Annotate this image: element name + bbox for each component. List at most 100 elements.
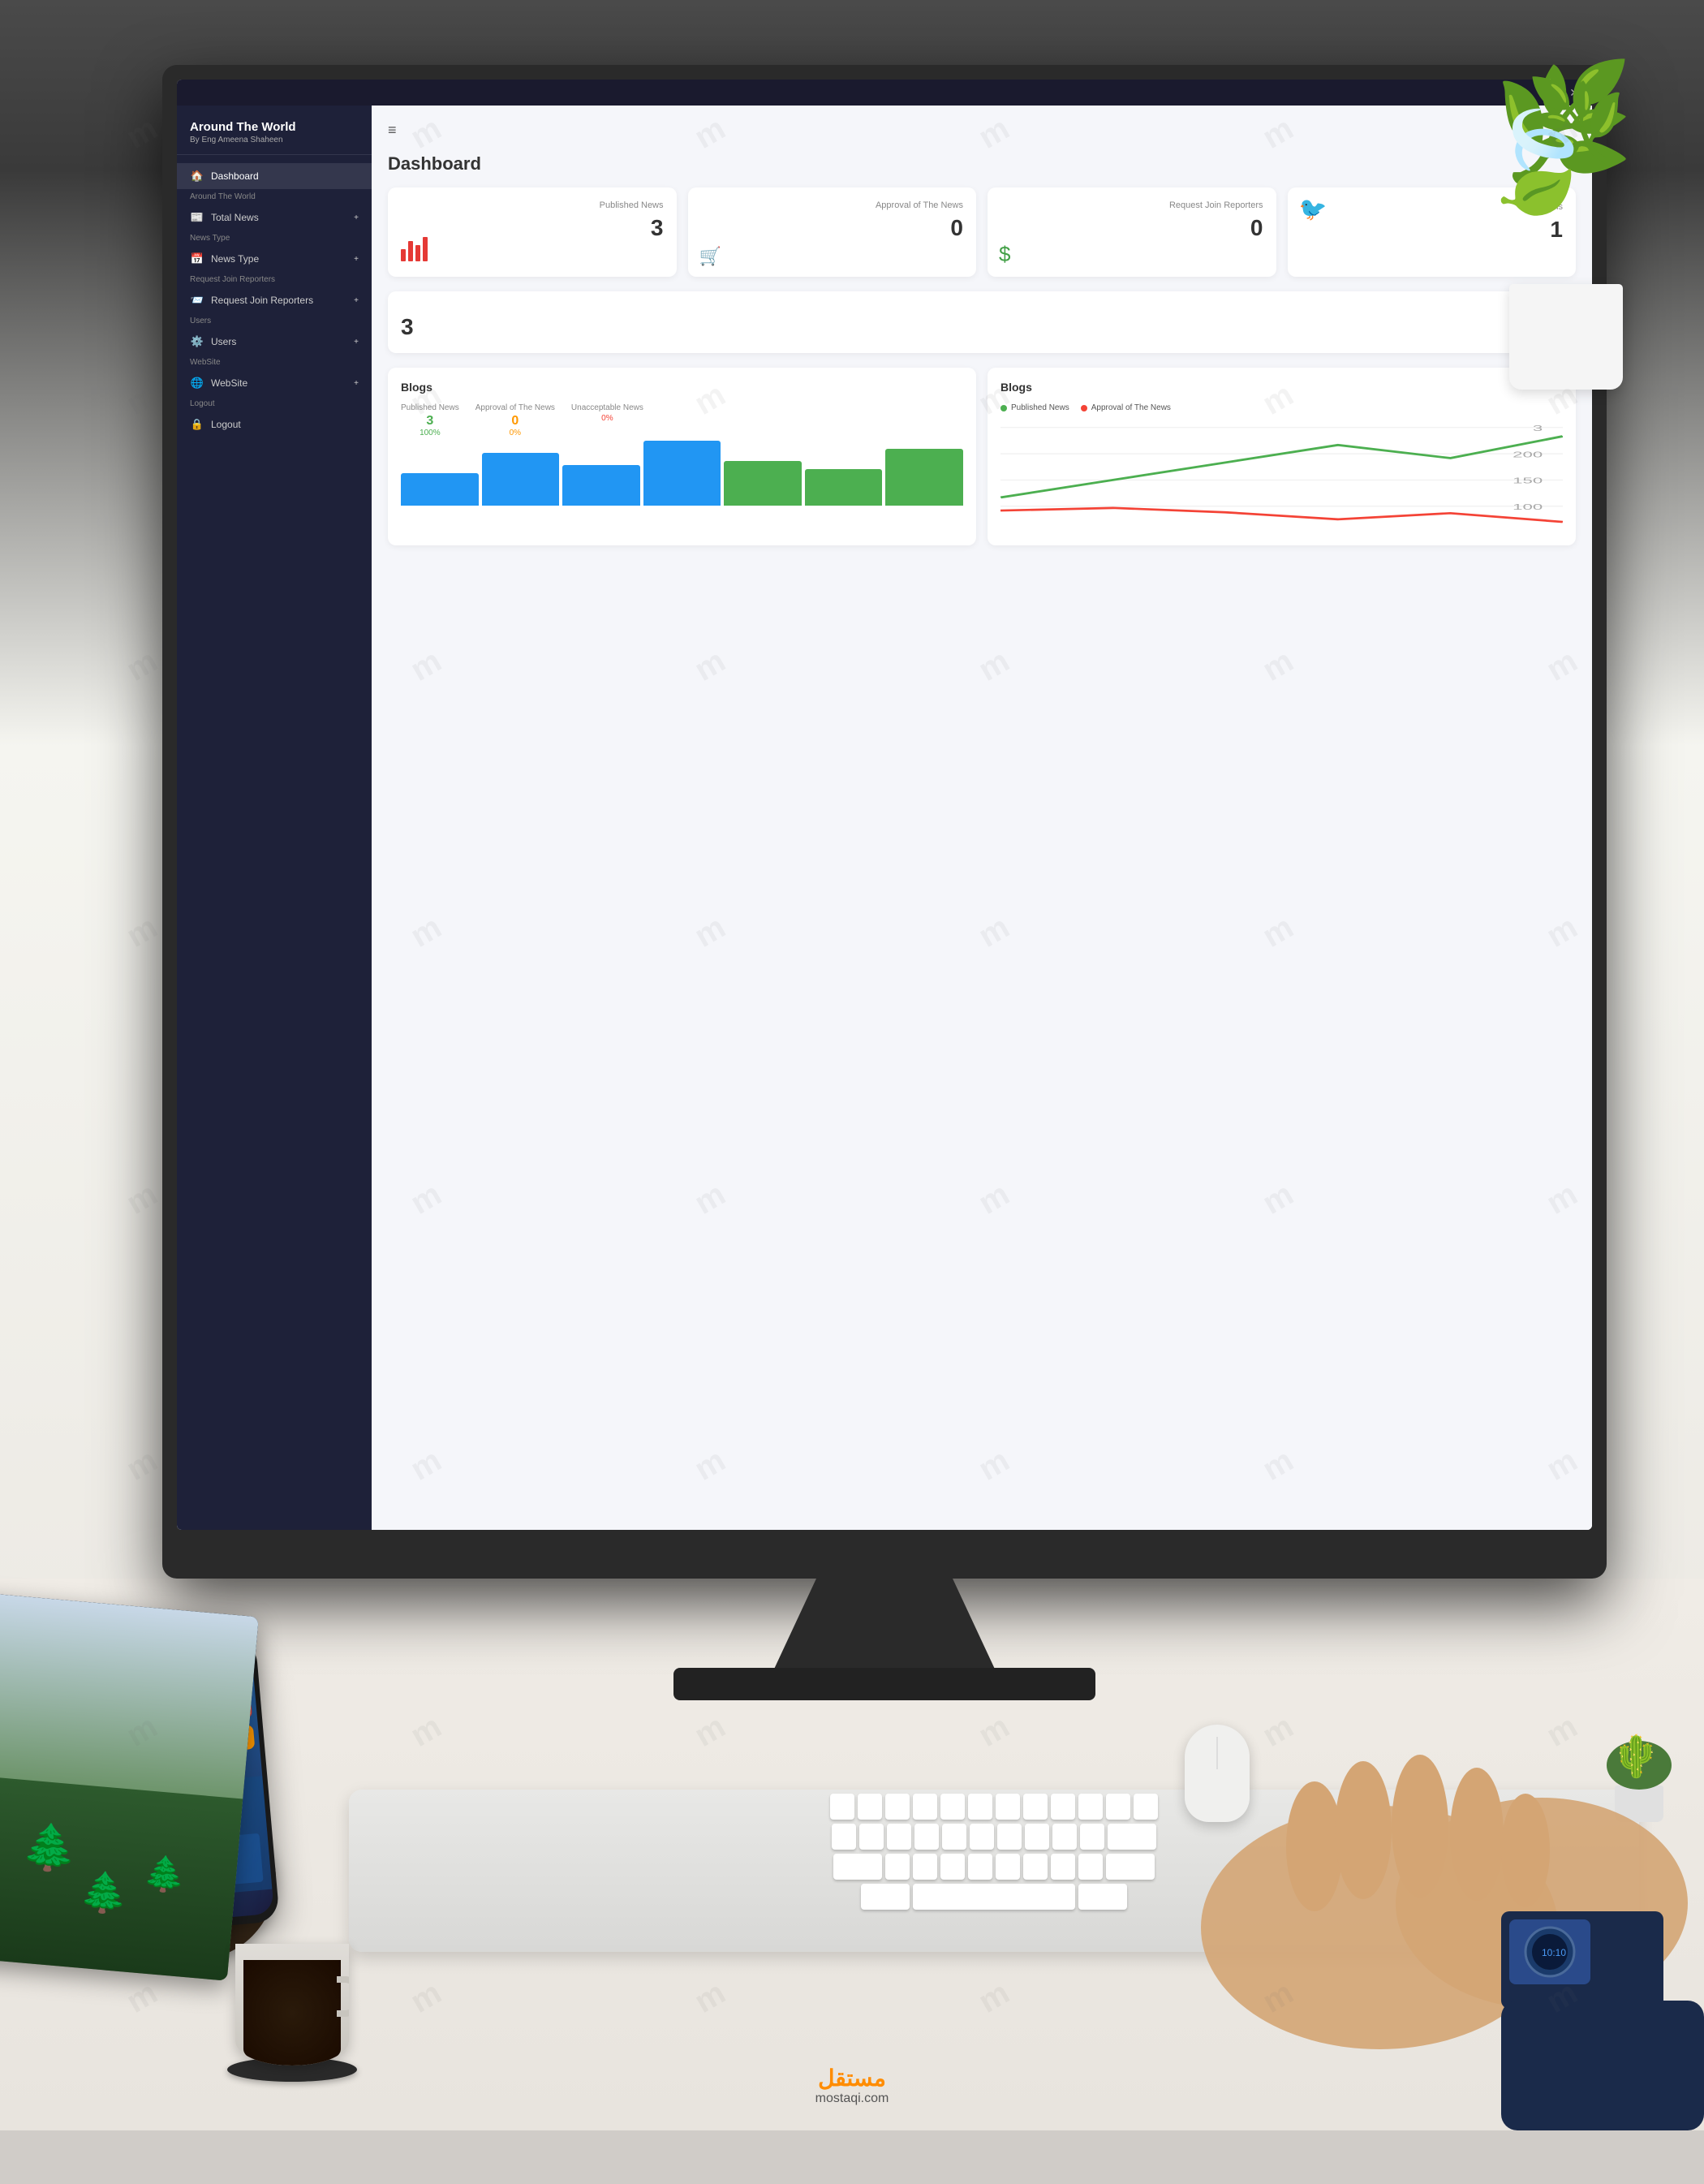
home-icon: 🏠 — [190, 170, 204, 183]
stat-card-approval: Approval of The News 0 🛒 — [688, 187, 977, 277]
legend-published: Published News — [1000, 403, 1069, 412]
blogs-card-title: Blogs — [401, 381, 963, 394]
mostaqi-logo: مستقل mostaqi.com — [815, 2065, 889, 2106]
blog-unacceptable-stat: Unacceptable News 0% — [571, 403, 643, 437]
screen-topbar: عربي ✕ — [177, 80, 1592, 106]
legend-approval-label: Approval of The News — [1091, 403, 1171, 412]
stat-value-request: 0 — [1000, 215, 1263, 241]
hamburger-icon[interactable]: ≡ — [388, 122, 397, 139]
bar-7 — [885, 449, 963, 506]
total-news-value: 3 — [401, 314, 1563, 340]
mostaqi-url: mostaqi.com — [815, 2091, 889, 2106]
blog-unacceptable-pct: 0% — [571, 414, 643, 423]
stat-label-approval: Approval of The News — [701, 200, 964, 210]
stat-value-approval: 0 — [701, 215, 964, 241]
laptop-wallpaper: 🌲 🌲 🌲 🌲 — [0, 1590, 259, 1908]
sidebar-item-label: News Type — [211, 253, 259, 265]
bar-6 — [805, 469, 883, 506]
monitor-screen: عربي ✕ Around The World By Eng Ameena Sh… — [177, 80, 1592, 1530]
stat-label-request: Request Join Reporters — [1000, 200, 1263, 210]
plant-leaves: 🌿 🌿 🍃 — [1461, 65, 1672, 308]
plus-icon: + — [354, 255, 359, 264]
legend-approval: Approval of The News — [1081, 403, 1171, 412]
blog-approval-stat: Approval of The News 0 0% — [475, 403, 555, 437]
coffee-cup — [235, 1944, 349, 2066]
send-icon: 📨 — [190, 294, 204, 307]
svg-text:3: 3 — [1533, 424, 1543, 433]
bar-3 — [562, 465, 640, 506]
dashboard-container: Around The World By Eng Ameena Shaheen 🏠… — [177, 106, 1592, 1530]
sidebar-item-users[interactable]: ⚙️ Users + — [177, 329, 372, 355]
stat-label-published: Published News — [401, 200, 664, 210]
sidebar-item-label: WebSite — [211, 377, 247, 389]
sidebar-item-total-news[interactable]: 📰 Total News + — [177, 205, 372, 230]
bar-5 — [724, 461, 802, 506]
cart-icon: 🛒 — [699, 246, 721, 267]
sidebar-section-newstype: News Type — [177, 230, 372, 246]
sidebar-section-around: Around The World — [177, 189, 372, 205]
charts-row: Blogs Published News 3 100% Approval of … — [388, 368, 1576, 545]
bar-4 — [643, 441, 721, 506]
mini-bar-chart — [401, 449, 963, 506]
sidebar-section-users: Users — [177, 313, 372, 329]
sidebar-item-label: Users — [211, 336, 236, 347]
laptop-screen: 🌲 🌲 🌲 🌲 — [0, 1590, 259, 1908]
sidebar-logo-sub: By Eng Ameena Shaheen — [190, 136, 359, 144]
mouse-body — [1185, 1725, 1250, 1822]
monitor: عربي ✕ Around The World By Eng Ameena Sh… — [162, 65, 1607, 1579]
coffee-handle — [337, 1976, 349, 2017]
sidebar-item-label: Dashboard — [211, 170, 259, 182]
mouse-divider — [1216, 1737, 1218, 1769]
sidebar-item-logout[interactable]: 🔒 Logout — [177, 411, 372, 437]
line-chart-svg: 3 200 150 100 — [1000, 419, 1563, 532]
legend-dot-published — [1000, 405, 1007, 411]
typing-hands: 10:10 — [811, 1643, 1704, 2130]
plus-icon: + — [354, 213, 359, 222]
sidebar-item-news-type[interactable]: 📅 News Type + — [177, 246, 372, 272]
sidebar: Around The World By Eng Ameena Shaheen 🏠… — [177, 106, 372, 1530]
total-news-label: Total News — [401, 304, 1563, 314]
sidebar-item-label: Request Join Reporters — [211, 295, 313, 306]
coffee-cup-area — [211, 1871, 373, 2082]
sidebar-item-label: Total News — [211, 212, 259, 223]
main-topbar: ≡ — [388, 122, 1576, 139]
legend-published-label: Published News — [1011, 403, 1069, 412]
twitter-icon: 🐦 — [1299, 196, 1327, 267]
sidebar-section-logout: Logout — [177, 396, 372, 411]
sidebar-item-label: Logout — [211, 419, 241, 430]
blog-published-stat: Published News 3 100% — [401, 403, 459, 437]
gear-icon: ⚙️ — [190, 335, 204, 348]
blog-published-pct: 100% — [401, 429, 459, 437]
sidebar-item-website[interactable]: 🌐 WebSite + — [177, 370, 372, 396]
svg-text:100: 100 — [1513, 502, 1543, 511]
blog-approval-value: 0 — [475, 414, 555, 429]
chart-legend: Published News Approval of The News — [1000, 403, 1563, 412]
monitor-outer: عربي ✕ Around The World By Eng Ameena Sh… — [162, 65, 1607, 1579]
plus-icon: + — [354, 379, 359, 388]
hands-svg: 10:10 — [811, 1643, 1704, 2130]
sidebar-logo: Around The World By Eng Ameena Shaheen — [177, 106, 372, 155]
stats-row: Published News 3 — [388, 187, 1576, 277]
calendar-icon: 📅 — [190, 252, 204, 265]
sidebar-section-reporters: Request Join Reporters — [177, 272, 372, 287]
main-content: ≡ Dashboard Published News 3 — [372, 106, 1592, 1530]
bar-1 — [401, 473, 479, 506]
blog-published-label: Published News — [401, 403, 459, 412]
sidebar-nav: 🏠 Dashboard Around The World 📰 Total New… — [177, 155, 372, 1530]
bar-2 — [482, 453, 560, 506]
dashboard-title: Dashboard — [388, 153, 1576, 174]
blog-approval-label: Approval of The News — [475, 403, 555, 412]
coffee-liquid — [243, 1960, 341, 2066]
blog-approval-pct: 0% — [475, 429, 555, 437]
stat-card-published: Published News 3 — [388, 187, 677, 277]
svg-text:200: 200 — [1513, 450, 1543, 459]
mostaqi-arabic-text: مستقل — [815, 2065, 889, 2091]
blogs-card: Blogs Published News 3 100% Approval of … — [388, 368, 976, 545]
sidebar-item-dashboard[interactable]: 🏠 Dashboard — [177, 163, 372, 189]
sidebar-item-request-join[interactable]: 📨 Request Join Reporters + — [177, 287, 372, 313]
dollar-icon: $ — [999, 242, 1010, 267]
sidebar-section-website: WebSite — [177, 355, 372, 370]
chart-bar-icon — [399, 233, 432, 267]
computer-mouse — [1185, 1725, 1250, 1822]
plant: 🌿 🌿 🍃 — [1461, 65, 1672, 390]
